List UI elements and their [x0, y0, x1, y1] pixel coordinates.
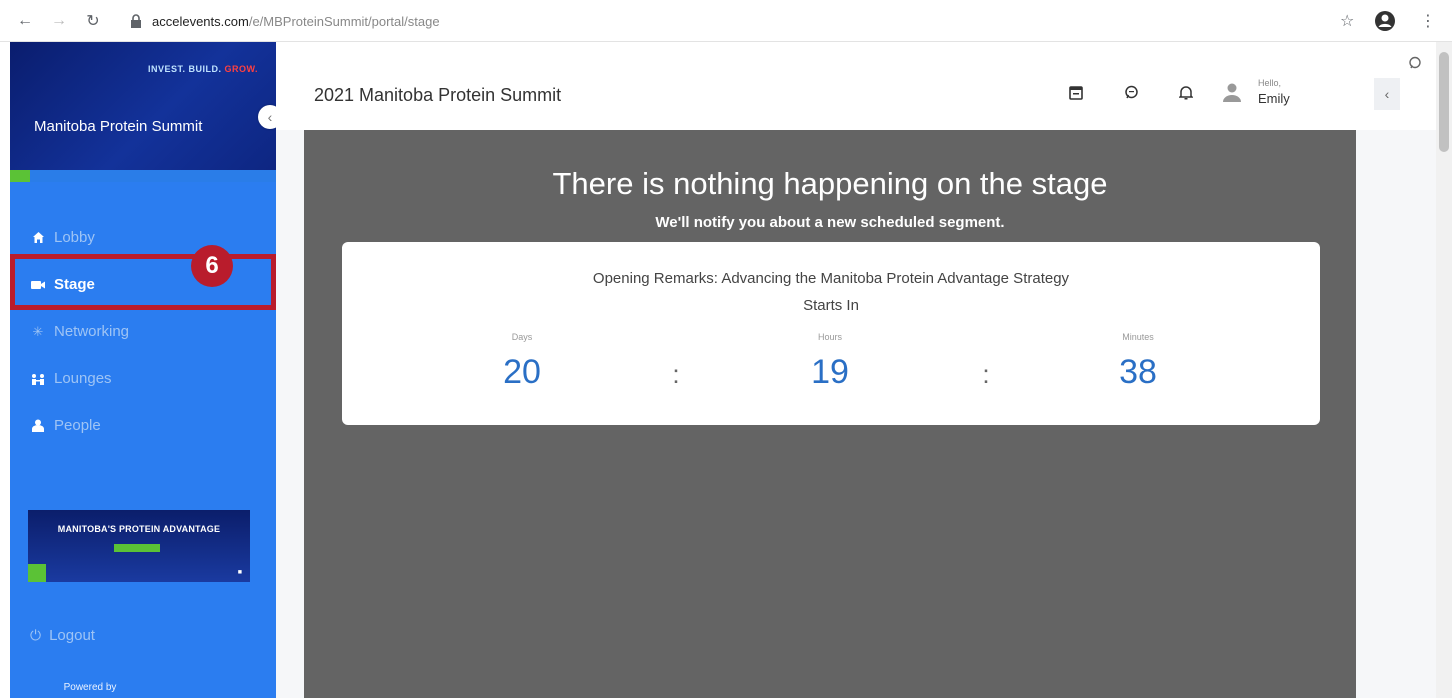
- forward-arrow-icon[interactable]: →: [48, 10, 70, 32]
- chat-icon[interactable]: [1121, 82, 1141, 102]
- reload-icon[interactable]: ↻: [82, 10, 104, 32]
- back-arrow-icon[interactable]: ←: [14, 10, 36, 32]
- step-badge: 6: [191, 245, 233, 287]
- hours-value: 19: [811, 353, 849, 391]
- days-label: Days: [511, 332, 533, 342]
- sidebar-item-label: Stage: [54, 276, 95, 293]
- sidebar-item-label: Lobby: [54, 229, 95, 246]
- lounges-icon: [30, 371, 46, 387]
- days-value: 20: [503, 353, 541, 391]
- logout-label: Logout: [49, 627, 95, 644]
- session-name: Opening Remarks: Advancing the Manitoba …: [592, 270, 1070, 287]
- people-icon: [30, 418, 46, 434]
- greeting: Hello,: [1258, 78, 1282, 88]
- address-bar[interactable]: accelevents.com/e/MBProteinSummit/portal…: [130, 8, 1450, 34]
- page-title: 2021 Manitoba Protein Summit: [314, 85, 562, 105]
- stage-subtitle: We'll notify you about a new scheduled s…: [655, 214, 1005, 231]
- profile-icon[interactable]: [1374, 8, 1396, 34]
- banner-tagline: INVEST. BUILD. GROW.: [147, 64, 258, 74]
- chat-bubble-icon[interactable]: [1408, 56, 1422, 73]
- sidebar-item-lounges[interactable]: Lounges: [10, 355, 276, 402]
- networking-icon: ✳: [32, 323, 44, 339]
- power-icon: ⏻: [30, 627, 42, 643]
- event-banner: INVEST. BUILD. GROW. Manitoba Protein Su…: [10, 42, 276, 182]
- url-path: /e/MBProteinSummit/portal/stage: [248, 13, 440, 29]
- lock-icon: [130, 14, 144, 28]
- home-icon: [30, 230, 46, 246]
- hours-label: Hours: [817, 332, 842, 342]
- powered-by: Powered by: [63, 682, 117, 693]
- scrollbar-thumb[interactable]: [1439, 52, 1449, 152]
- countdown-separator: :: [982, 359, 990, 389]
- calendar-icon[interactable]: [1066, 82, 1086, 102]
- sidebar-item-label: Networking: [54, 323, 130, 340]
- bookmark-star-icon[interactable]: ☆: [1340, 8, 1354, 34]
- page-scrollbar[interactable]: [1436, 42, 1452, 698]
- browser-toolbar: ← → ↻ accelevents.com/e/MBProteinSummit/…: [0, 0, 1452, 42]
- sidebar-item-people[interactable]: People: [10, 402, 276, 449]
- video-icon: [30, 277, 46, 293]
- user-name: Emily: [1258, 91, 1290, 106]
- minutes-value: 38: [1119, 353, 1157, 391]
- sidebar-item-lobby[interactable]: Lobby: [10, 214, 276, 261]
- sidebar-item-label: People: [54, 417, 101, 434]
- right-panel-toggle[interactable]: ‹: [1374, 78, 1400, 110]
- countdown-card: Opening Remarks: Advancing the Manitoba …: [342, 242, 1320, 425]
- sidebar: INVEST. BUILD. GROW. Manitoba Protein Su…: [10, 42, 276, 698]
- promo-banner[interactable]: MANITOBA'S PROTEIN ADVANTAGE ■: [28, 510, 250, 582]
- stage-area: There is nothing happening on the stage …: [304, 130, 1356, 698]
- minutes-label: Minutes: [1122, 332, 1154, 342]
- banner-title: Manitoba Protein Summit: [34, 118, 203, 135]
- avatar-icon: [1222, 82, 1242, 102]
- logout-button[interactable]: ⏻ Logout: [30, 627, 95, 644]
- main-content: 2021 Manitoba Protein Summit Hello, Emil…: [276, 42, 1436, 698]
- top-header: 2021 Manitoba Protein Summit Hello, Emil…: [276, 42, 1436, 130]
- promo-accent: [28, 564, 46, 582]
- browser-menu-icon[interactable]: ⋮: [1420, 8, 1436, 34]
- user-menu[interactable]: Hello, Emily: [1220, 74, 1360, 110]
- promo-learn-more: [114, 544, 160, 552]
- sidebar-menu: Lobby Stage ✳ Networking Lounges People: [10, 214, 276, 449]
- banner-stripe: [10, 170, 276, 182]
- countdown-separator: :: [672, 359, 680, 389]
- sidebar-item-label: Lounges: [54, 370, 112, 387]
- stage-title: There is nothing happening on the stage: [552, 166, 1108, 201]
- manitoba-logo-icon: ■: [237, 569, 242, 576]
- promo-text: MANITOBA'S PROTEIN ADVANTAGE: [57, 524, 221, 534]
- starts-in-label: Starts In: [803, 297, 859, 314]
- bell-icon[interactable]: [1176, 82, 1196, 102]
- sidebar-item-networking[interactable]: ✳ Networking: [10, 308, 276, 355]
- sidebar-item-stage[interactable]: Stage: [10, 261, 276, 308]
- url-host: accelevents.com: [152, 13, 249, 29]
